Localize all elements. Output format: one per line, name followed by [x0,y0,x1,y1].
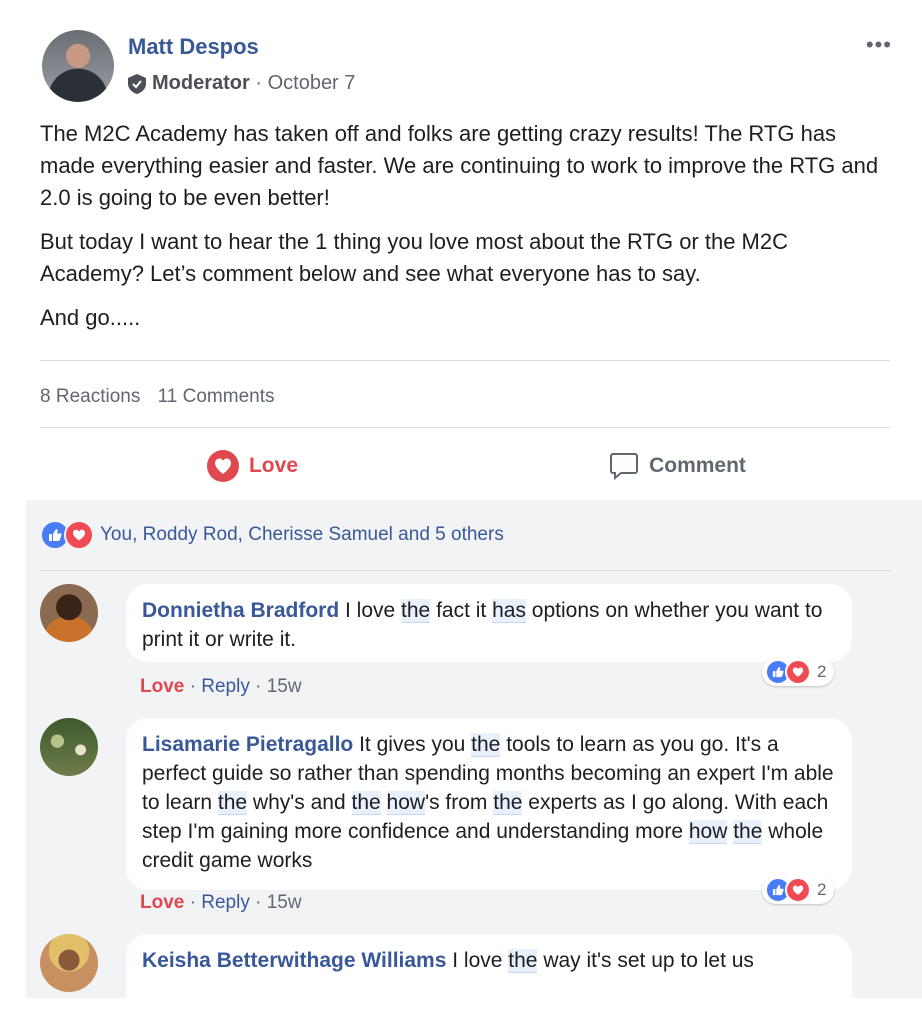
love-heart-icon [64,520,94,550]
comment-meta: Love · Reply · 15w [140,676,302,697]
divider [40,360,890,361]
comment-text: fact it [430,599,493,622]
role-badge: Moderator [152,72,250,94]
comment-text: I love [339,599,402,622]
divider [40,570,892,571]
comment-time[interactable]: 15w [267,892,302,913]
highlighted-word: the [401,599,431,623]
comment-label: Comment [649,454,746,477]
post-card: Matt Despos Moderator · October 7 ••• Th… [0,0,922,1024]
moderator-shield-icon [128,73,146,94]
reactions-count[interactable]: 8 Reactions [40,386,140,407]
comment-text: 's from [425,791,494,814]
author-avatar[interactable] [42,30,114,102]
author-name[interactable]: Matt Despos [128,34,259,60]
reply-button[interactable]: Reply [201,676,250,697]
avatar[interactable] [40,718,98,776]
highlighted-word: has [492,599,526,623]
comment-reactions[interactable]: 2 [762,658,835,686]
post-paragraph: But today I want to hear the 1 thing you… [40,229,789,286]
love-heart-icon [785,659,811,685]
love-heart-icon [206,450,239,482]
post-paragraph: The M2C Academy has taken off and folks … [40,121,879,210]
comment-time[interactable]: 15w [267,676,302,697]
comment-bubble-icon [610,453,639,481]
commenter-name[interactable]: Lisamarie Pietragallo [142,733,353,756]
reaction-icons [40,520,94,550]
comment-text: way it's set up to let us [537,949,754,972]
highlighted-word: the [733,820,763,844]
love-label: Love [248,454,298,477]
reactors-text: You, Roddy Rod, Cherisse Samuel and 5 ot… [100,524,504,545]
highlighted-word: how [386,791,426,815]
comment-text: I love [446,949,509,972]
commenter-name[interactable]: Donnietha Bradford [142,599,339,622]
comment-bubble: Lisamarie Pietragallo It gives you the t… [126,718,852,890]
comment-text: It gives you [353,733,472,756]
avatar[interactable] [40,934,98,992]
highlighted-word: the [351,791,381,815]
love-button[interactable]: Love [40,440,465,492]
meta-separator: · [249,72,268,94]
comments-section: You, Roddy Rod, Cherisse Samuel and 5 ot… [26,500,922,1024]
reactors-line[interactable]: You, Roddy Rod, Cherisse Samuel and 5 ot… [40,520,504,550]
comment-button[interactable]: Comment [465,440,890,492]
highlighted-word: how [688,820,728,844]
highlighted-word: the [508,949,538,973]
reaction-count: 2 [817,880,827,899]
divider [40,427,890,428]
action-bar: Love Comment [40,440,890,492]
post-paragraph: And go..... [40,305,141,330]
comments-count[interactable]: 11 Comments [158,386,275,407]
comment-love-button[interactable]: Love [140,892,184,913]
reply-button[interactable]: Reply [201,892,250,913]
comment-bubble: Donnietha Bradford I love the fact it ha… [126,584,852,662]
commenter-name[interactable]: Keisha Betterwithage Williams [142,949,446,972]
highlighted-word: the [217,791,248,815]
more-options-icon[interactable]: ••• [866,32,892,58]
comment-text [381,791,387,814]
reaction-count: 2 [817,662,827,681]
highlighted-word: the [471,733,501,757]
comment-text: why's and [247,791,352,814]
post-body: The M2C Academy has taken off and folks … [40,118,880,346]
highlighted-word: the [493,791,523,815]
avatar[interactable] [40,584,98,642]
comment-bubble: Keisha Betterwithage Williams I love the… [126,934,852,1024]
engagement-counts: 8 Reactions 11 Comments [40,386,286,408]
comment-love-button[interactable]: Love [140,676,184,697]
post-meta: Moderator · October 7 [128,72,355,95]
comment-reactions[interactable]: 2 [762,876,835,904]
post-date[interactable]: October 7 [268,72,356,95]
love-heart-icon [785,877,811,903]
comment-meta: Love · Reply · 15w [140,892,302,913]
